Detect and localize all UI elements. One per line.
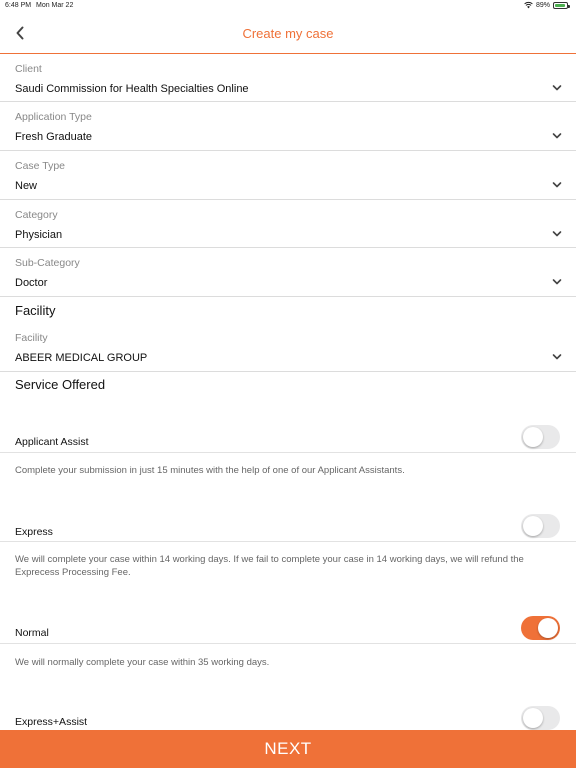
next-button[interactable]: NEXT — [0, 730, 576, 768]
client-value: Saudi Commission for Health Specialties … — [15, 83, 249, 95]
application-type-label: Application Type — [15, 111, 92, 123]
category-select[interactable]: Category Physician — [0, 201, 576, 248]
battery-icon — [553, 1, 570, 9]
facility-section-title: Facility — [15, 303, 56, 318]
facility-label: Facility — [15, 332, 48, 344]
service-normal-description: We will normally complete your case with… — [15, 657, 270, 668]
service-section-title: Service Offered — [15, 377, 106, 392]
wifi-icon — [524, 1, 533, 9]
sub-category-value: Doctor — [15, 277, 48, 289]
service-applicant-assist-description: Complete your submission in just 15 minu… — [15, 465, 405, 476]
battery-percent: 89% — [535, 1, 550, 9]
chevron-down-icon — [552, 354, 562, 360]
case-type-select[interactable]: Case Type New — [0, 152, 576, 200]
toggle-knob — [523, 516, 543, 536]
application-type-value: Fresh Graduate — [15, 131, 93, 143]
toggle-knob — [523, 708, 543, 728]
nav-bar: Create my case — [0, 12, 576, 54]
category-value: Physician — [15, 229, 63, 241]
toggle-knob — [538, 618, 558, 638]
service-normal-label: Normal — [15, 627, 49, 639]
status-right: 89% — [524, 1, 570, 9]
normal-toggle[interactable] — [521, 616, 560, 640]
service-express-description: We will complete your case within 14 wor… — [15, 554, 524, 578]
divider — [0, 452, 576, 453]
client-select[interactable]: Client Saudi Commission for Health Speci… — [0, 55, 576, 102]
service-express-label: Express — [15, 526, 53, 538]
status-date: Mon Mar 22 — [36, 2, 74, 9]
divider — [0, 643, 576, 644]
express-toggle[interactable] — [521, 514, 560, 538]
sub-category-label: Sub-Category — [15, 257, 80, 269]
chevron-down-icon — [552, 231, 562, 237]
status-bar: 6:48 PM Mon Mar 22 89% — [0, 0, 576, 12]
divider — [0, 541, 576, 542]
chevron-down-icon — [552, 133, 562, 139]
facility-select[interactable]: Facility ABEER MEDICAL GROUP — [0, 324, 576, 372]
chevron-down-icon — [552, 182, 562, 188]
chevron-down-icon — [552, 279, 562, 285]
case-type-label: Case Type — [15, 160, 66, 172]
sub-category-select[interactable]: Sub-Category Doctor — [0, 249, 576, 297]
application-type-select[interactable]: Application Type Fresh Graduate — [0, 103, 576, 151]
category-label: Category — [15, 209, 58, 221]
status-time: 6:48 PM — [5, 2, 32, 9]
applicant-assist-toggle[interactable] — [521, 425, 560, 449]
service-applicant-assist-label: Applicant Assist — [15, 436, 89, 448]
case-type-value: New — [15, 180, 38, 192]
facility-value: ABEER MEDICAL GROUP — [15, 352, 148, 364]
service-express-assist-label: Express+Assist — [15, 716, 88, 728]
chevron-down-icon — [552, 85, 562, 91]
express-assist-toggle[interactable] — [521, 706, 560, 730]
page-title: Create my case — [242, 26, 334, 41]
client-label: Client — [15, 63, 42, 75]
toggle-knob — [523, 427, 543, 447]
